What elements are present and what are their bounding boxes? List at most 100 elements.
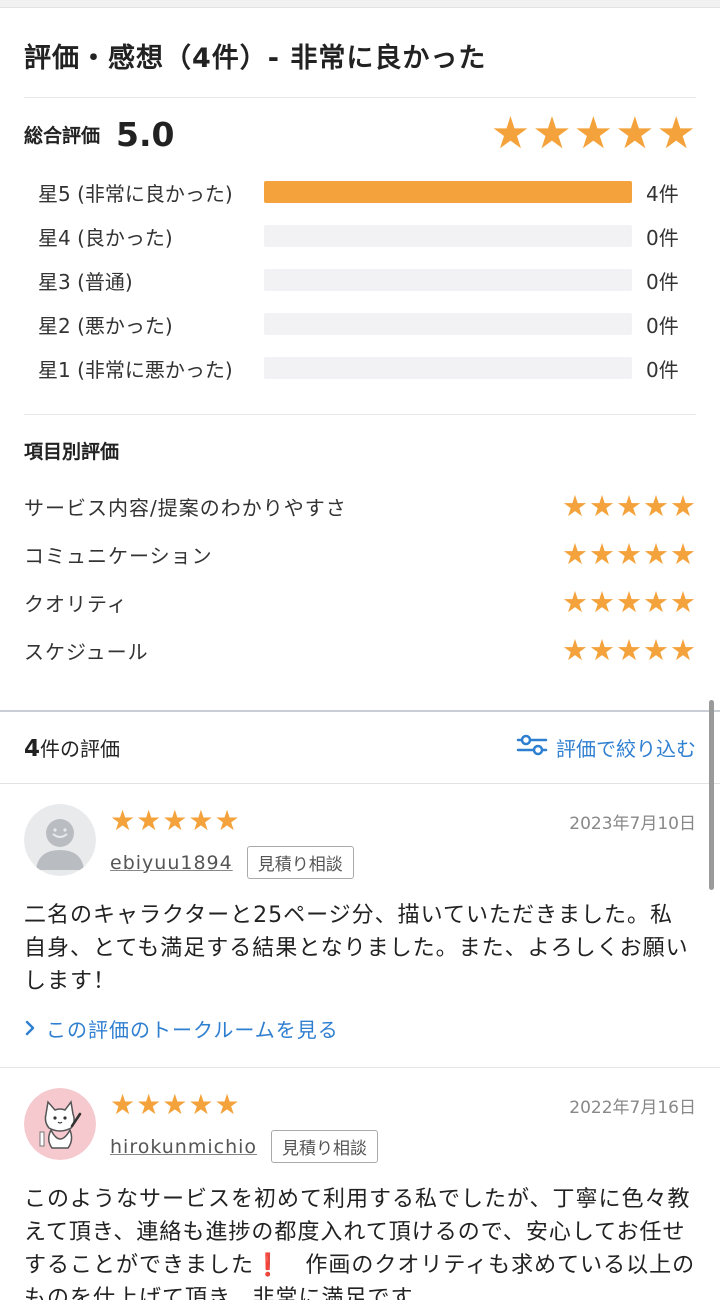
rating-summary: 評価・感想（4件）- 非常に良かった 総合評価 5.0 ★ ★ ★ ★ ★ 星5… (0, 8, 720, 710)
item-ratings: 項目別評価 サービス内容/提案のわかりやすさ ★ ★ ★ ★ ★ コミュニケーション ★… (24, 415, 696, 710)
star-icon: ★ (532, 108, 572, 159)
filter-reviews-label: 評価で絞り込む (556, 737, 696, 761)
star-icon: ★ (562, 584, 588, 619)
item-rating-row: サービス内容/提案のわかりやすさ ★ ★ ★ ★ ★ (24, 482, 696, 530)
star-icon: ★ (643, 584, 669, 619)
reviews-count-number: 4 (24, 736, 41, 762)
review-header: ★ ★ ★ ★ ★ 2023年7月10日 ebiyuu1894 見積り相談 (24, 804, 696, 879)
star-icon: ★ (670, 536, 696, 571)
star-icon: ★ (643, 536, 669, 571)
distribution-row: 星2 (悪かった) 0件 (38, 302, 696, 346)
distribution-bar (264, 225, 632, 247)
review-tag: 見積り相談 (246, 846, 354, 879)
reviews-header: 4件の評価 評価で絞り込む (0, 712, 720, 784)
item-rating-stars: ★ ★ ★ ★ ★ (562, 488, 696, 523)
star-icon: ★ (136, 1088, 162, 1121)
distribution-bar (264, 269, 632, 291)
distribution-count: 0件 (646, 269, 679, 294)
review-meta: ★ ★ ★ ★ ★ 2023年7月10日 ebiyuu1894 見積り相談 (110, 804, 696, 879)
review-meta: ★ ★ ★ ★ ★ 2022年7月16日 hirokunmichio 見積り相談 (110, 1088, 696, 1163)
scrollbar[interactable] (709, 700, 714, 890)
distribution-bar (264, 313, 632, 335)
star-icon: ★ (162, 804, 188, 837)
item-rating-stars: ★ ★ ★ ★ ★ (562, 584, 696, 619)
star-icon: ★ (562, 488, 588, 523)
distribution-count: 0件 (646, 313, 679, 338)
item-rating-label: スケジュール (24, 639, 149, 664)
item-rating-row: スケジュール ★ ★ ★ ★ ★ (24, 626, 696, 674)
star-icon: ★ (110, 804, 136, 837)
distribution-label: 星1 (非常に悪かった) (38, 357, 233, 382)
review-date: 2022年7月16日 (569, 1097, 696, 1118)
star-icon: ★ (615, 108, 655, 159)
star-icon: ★ (214, 1088, 240, 1121)
distribution-count: 4件 (646, 181, 679, 206)
review-date: 2023年7月10日 (569, 813, 696, 834)
star-icon: ★ (670, 584, 696, 619)
star-icon: ★ (589, 488, 615, 523)
star-icon: ★ (573, 108, 614, 159)
review-header: ★ ★ ★ ★ ★ 2022年7月16日 hirokunmichio 見積り相談 (24, 1088, 696, 1163)
distribution-label: 星2 (悪かった) (38, 313, 173, 338)
distribution-row: 星4 (良かった) 0件 (38, 214, 696, 258)
distribution-label: 星3 (普通) (38, 269, 133, 294)
review-meta-top: ★ ★ ★ ★ ★ 2022年7月16日 (110, 1088, 696, 1122)
star-icon: ★ (616, 632, 642, 667)
distribution-count: 0件 (646, 225, 679, 250)
distribution-bar (264, 181, 632, 203)
star-icon: ★ (562, 632, 588, 667)
item-ratings-heading: 項目別評価 (24, 441, 120, 463)
star-icon: ★ (589, 584, 615, 619)
overall-rating: 総合評価 5.0 ★ ★ ★ ★ ★ (24, 98, 696, 170)
star-icon: ★ (670, 632, 696, 667)
distribution-row: 星1 (非常に悪かった) 0件 (38, 346, 696, 390)
chevron-right-icon (24, 1017, 36, 1041)
star-icon: ★ (589, 632, 615, 667)
top-divider (0, 0, 720, 8)
star-icon: ★ (188, 804, 214, 837)
review-meta-bottom: ebiyuu1894 見積り相談 (110, 846, 696, 879)
distribution-label: 星4 (良かった) (38, 225, 173, 250)
sliders-icon (516, 733, 548, 762)
star-icon: ★ (670, 488, 696, 523)
item-rating-label: クオリティ (24, 591, 128, 616)
review-tag: 見積り相談 (271, 1130, 379, 1163)
review-body: このようなサービスを初めて利用する私でしたが、丁寧に色々教えて頂き、連絡も進捗の… (24, 1183, 696, 1300)
view-talkroom-link[interactable]: この評価のトークルームを見る (24, 1014, 696, 1043)
reviewer-username[interactable]: hirokunmichio (110, 1136, 257, 1158)
default-user-avatar-icon (24, 804, 96, 876)
item-rating-label: サービス内容/提案のわかりやすさ (24, 495, 347, 520)
distribution-row: 星5 (非常に良かった) 4件 (38, 170, 696, 214)
filter-reviews-button[interactable]: 評価で絞り込む (516, 733, 696, 762)
summary-title: 評価・感想（4件）- 非常に良かった (24, 8, 696, 98)
review-stars: ★ ★ ★ ★ ★ (110, 1091, 240, 1119)
reviews-count-suffix: 件の評価 (40, 737, 121, 761)
cat-illustration-avatar-icon (24, 1088, 96, 1160)
star-icon: ★ (616, 488, 642, 523)
star-icon: ★ (214, 804, 240, 837)
star-icon: ★ (643, 632, 669, 667)
avatar[interactable] (24, 1088, 96, 1160)
star-icon: ★ (188, 1088, 214, 1121)
overall-score: 5.0 (116, 114, 175, 154)
star-icon: ★ (616, 536, 642, 571)
avatar[interactable] (24, 804, 96, 876)
overall-label: 総合評価 (24, 124, 101, 147)
review-item: ★ ★ ★ ★ ★ 2023年7月10日 ebiyuu1894 見積り相談 二名のキャラ… (0, 784, 720, 1068)
reviewer-username[interactable]: ebiyuu1894 (110, 852, 233, 874)
view-talkroom-label: この評価のトークルームを見る (46, 1018, 339, 1042)
distribution-bar (264, 357, 632, 379)
distribution-count: 0件 (646, 357, 679, 382)
reviews-count: 4件の評価 (24, 733, 120, 762)
star-icon: ★ (136, 804, 162, 837)
item-rating-row: クオリティ ★ ★ ★ ★ ★ (24, 578, 696, 626)
overall-stars: ★ ★ ★ ★ ★ (491, 112, 696, 156)
rating-distribution: 星5 (非常に良かった) 4件 星4 (良かった) 0件 星3 (普通) 0件 … (24, 170, 696, 415)
distribution-bar-fill (264, 181, 632, 203)
distribution-row: 星3 (普通) 0件 (38, 258, 696, 302)
star-icon: ★ (110, 1088, 136, 1121)
star-icon: ★ (656, 108, 696, 159)
star-icon: ★ (589, 536, 615, 571)
review-meta-bottom: hirokunmichio 見積り相談 (110, 1130, 696, 1163)
item-rating-label: コミュニケーション (24, 543, 213, 568)
